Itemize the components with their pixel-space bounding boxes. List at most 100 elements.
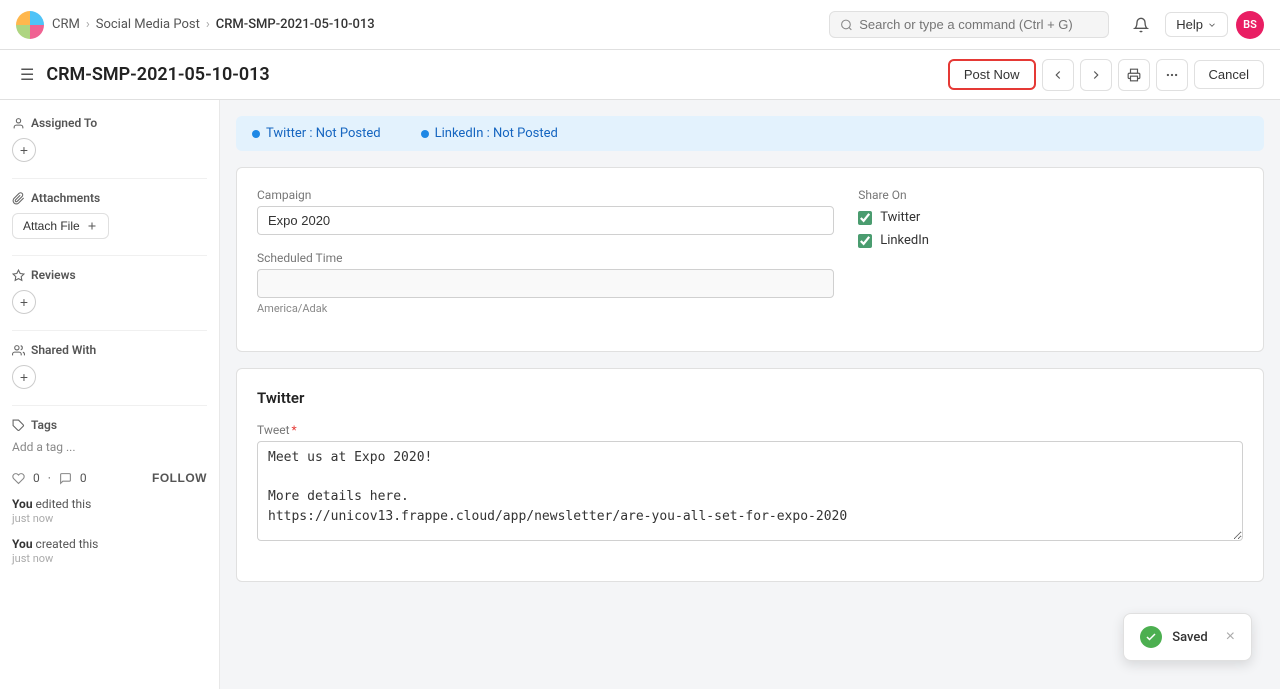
twitter-section-card: Twitter Tweet* Meet us at Expo 2020! Mor… [236, 368, 1264, 582]
linkedin-status-item[interactable]: LinkedIn : Not Posted [421, 126, 558, 141]
twitter-checkbox-item: Twitter [858, 210, 1243, 225]
attachments-section: Attachments Attach File [12, 191, 207, 239]
chevron-down-icon [1207, 20, 1217, 30]
reviews-section: Reviews + [12, 268, 207, 314]
users-icon [12, 344, 25, 357]
campaign-group: Campaign Scheduled Time America/Adak [257, 188, 834, 331]
next-button[interactable] [1080, 59, 1112, 91]
activity1-action: edited this [36, 497, 92, 511]
app-logo [16, 11, 44, 39]
shared-with-label: Shared With [31, 343, 96, 357]
breadcrumb: CRM › Social Media Post › CRM-SMP-2021-0… [52, 17, 375, 32]
chevron-left-icon [1051, 68, 1065, 82]
help-label: Help [1176, 17, 1203, 32]
divider-1 [12, 178, 207, 179]
more-options-button[interactable] [1156, 59, 1188, 91]
breadcrumb-social-media-post[interactable]: Social Media Post [96, 17, 200, 32]
hamburger-button[interactable]: ☰ [16, 61, 38, 89]
linkedin-checkbox-item: LinkedIn [858, 233, 1243, 248]
print-button[interactable] [1118, 59, 1150, 91]
activity1-time: just now [12, 512, 53, 525]
check-icon [1145, 631, 1157, 643]
print-icon [1127, 68, 1141, 82]
required-star: * [292, 423, 297, 437]
toast-success-icon [1140, 626, 1162, 648]
comments-count: 0 [80, 471, 87, 485]
tag-icon [12, 419, 25, 432]
divider-2 [12, 255, 207, 256]
assigned-to-label: Assigned To [31, 116, 97, 130]
search-input[interactable] [859, 17, 1098, 32]
share-on-section: Share On Twitter LinkedIn [858, 188, 1243, 331]
reviews-add-button[interactable]: + [12, 290, 36, 314]
search-box[interactable] [829, 11, 1109, 38]
star-icon [12, 269, 25, 282]
linkedin-checkbox[interactable] [858, 234, 872, 248]
campaign-form-card: Campaign Scheduled Time America/Adak Sha… [236, 167, 1264, 352]
tweet-label: Tweet* [257, 423, 1243, 437]
scheduled-time-input[interactable] [257, 269, 834, 298]
dot-sep-1: · [48, 471, 51, 485]
share-on-label: Share On [858, 188, 1243, 202]
doc-content: Twitter : Not Posted LinkedIn : Not Post… [220, 100, 1280, 689]
post-now-button[interactable]: Post Now [948, 59, 1036, 90]
attach-file-button[interactable]: Attach File [12, 213, 109, 239]
topbar-right: Help BS [1125, 9, 1264, 41]
campaign-field-group: Campaign [257, 188, 834, 235]
twitter-status-text: Twitter : Not Posted [266, 126, 381, 141]
toast-message: Saved [1172, 630, 1207, 645]
assigned-to-header: Assigned To [12, 116, 207, 130]
shared-with-section: Shared With + [12, 343, 207, 389]
divider-3 [12, 330, 207, 331]
breadcrumb-sep-2: › [206, 17, 210, 32]
bell-icon [1133, 17, 1149, 33]
twitter-status-dot [252, 130, 260, 138]
attachments-label: Attachments [31, 191, 100, 205]
linkedin-checkbox-label: LinkedIn [880, 233, 929, 248]
status-bar: Twitter : Not Posted LinkedIn : Not Post… [236, 116, 1264, 151]
doc-title: CRM-SMP-2021-05-10-013 [46, 64, 940, 85]
reviews-label: Reviews [31, 268, 76, 282]
help-button[interactable]: Help [1165, 12, 1228, 37]
follow-button[interactable]: FOLLOW [152, 471, 207, 485]
follow-row: 0 · 0 FOLLOW [12, 471, 207, 485]
breadcrumb-doc-id: CRM-SMP-2021-05-10-013 [216, 17, 375, 32]
tags-section: Tags Add a tag ... [12, 418, 207, 455]
comment-icon [59, 472, 72, 485]
doc-header: ☰ CRM-SMP-2021-05-10-013 Post Now Cancel [0, 50, 1280, 100]
activity1-user: You [12, 497, 33, 511]
shared-with-add-button[interactable]: + [12, 365, 36, 389]
breadcrumb-sep-1: › [86, 17, 90, 32]
reviews-header: Reviews [12, 268, 207, 282]
activity2-user: You [12, 537, 33, 551]
doc-actions: Post Now Cancel [948, 59, 1264, 91]
activity2-time: just now [12, 552, 53, 565]
attachments-header: Attachments [12, 191, 207, 205]
user-icon [12, 117, 25, 130]
scheduled-time-label: Scheduled Time [257, 251, 834, 265]
prev-button[interactable] [1042, 59, 1074, 91]
notification-button[interactable] [1125, 9, 1157, 41]
attach-file-label: Attach File [23, 219, 80, 233]
twitter-status-item[interactable]: Twitter : Not Posted [252, 126, 381, 141]
assign-add-button[interactable]: + [12, 138, 36, 162]
activity2-action: created this [36, 537, 99, 551]
cancel-button[interactable]: Cancel [1194, 60, 1264, 89]
add-tag-link[interactable]: Add a tag ... [12, 440, 76, 454]
campaign-input[interactable] [257, 206, 834, 235]
topbar: CRM › Social Media Post › CRM-SMP-2021-0… [0, 0, 1280, 50]
twitter-checkbox[interactable] [858, 211, 872, 225]
main-wrapper: ☰ CRM-SMP-2021-05-10-013 Post Now Cancel [0, 50, 1280, 689]
assigned-to-section: Assigned To + [12, 116, 207, 162]
shared-with-header: Shared With [12, 343, 207, 357]
divider-4 [12, 405, 207, 406]
tweet-textarea[interactable]: Meet us at Expo 2020! More details here.… [257, 441, 1243, 541]
tags-label: Tags [31, 418, 57, 432]
breadcrumb-crm[interactable]: CRM [52, 17, 80, 32]
search-icon [840, 18, 853, 32]
toast-close-button[interactable]: × [1226, 628, 1235, 646]
likes-count: 0 [33, 471, 40, 485]
activity-item-2: You created this just now [12, 537, 207, 565]
sidebar: Assigned To + Attachments Attach File [0, 100, 220, 689]
heart-icon [12, 472, 25, 485]
